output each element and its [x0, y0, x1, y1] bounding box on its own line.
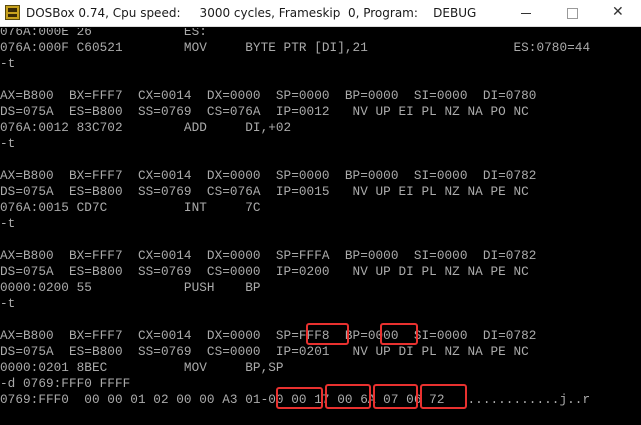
sp-value-highlight [306, 323, 349, 345]
console-line: DS=075A ES=B800 SS=0769 CS=0000 IP=0200 … [0, 264, 529, 279]
console-line: -d 0769:FFF0 FFFF [0, 376, 131, 391]
console-line: -t [0, 56, 16, 71]
console-line: 076A:0012 83C702 ADD DI,+02 [0, 120, 292, 135]
close-button[interactable]: ✕ [595, 0, 641, 27]
console-line: AX=B800 BX=FFF7 CX=0014 DX=0000 SP=0000 … [0, 168, 537, 183]
dos-console[interactable]: 076A:000E 26 ES: 076A:000F C60521 MOV BY… [0, 28, 641, 425]
bp-value-highlight [380, 323, 418, 345]
title-bar[interactable]: DOSBox 0.74, Cpu speed: 3000 cycles, Fra… [0, 0, 641, 27]
console-line: DS=075A ES=B800 SS=0769 CS=076A IP=0012 … [0, 104, 529, 119]
stack-bytes-highlight [373, 384, 418, 409]
stack-bytes-highlight [325, 384, 371, 409]
dosbox-window: DOSBox 0.74, Cpu speed: 3000 cycles, Fra… [0, 0, 641, 425]
console-line: 0000:0201 8BEC MOV BP,SP [0, 360, 284, 375]
console-line: DS=075A ES=B800 SS=0769 CS=076A IP=0015 … [0, 184, 529, 199]
console-line: 076A:000F C60521 MOV BYTE PTR [DI],21 ES… [0, 40, 591, 55]
stack-bytes-highlight [420, 384, 467, 409]
window-title: DOSBox 0.74, Cpu speed: 3000 cycles, Fra… [26, 6, 477, 20]
close-icon: ✕ [612, 4, 624, 20]
console-line: 0000:0200 55 PUSH BP [0, 280, 261, 295]
console-line: AX=B800 BX=FFF7 CX=0014 DX=0000 SP=FFF8 … [0, 328, 537, 343]
console-line: 076A:000E 26 ES: [0, 28, 207, 39]
console-line: -t [0, 136, 16, 151]
minimize-icon[interactable] [503, 0, 549, 27]
stack-bytes-highlight [276, 387, 323, 409]
console-line: -t [0, 216, 16, 231]
console-line: 076A:0015 CD7C INT 7C [0, 200, 261, 215]
dosbox-app-icon[interactable] [5, 5, 20, 20]
console-line: -t [0, 296, 16, 311]
console-line: AX=B800 BX=FFF7 CX=0014 DX=0000 SP=0000 … [0, 88, 537, 103]
maximize-icon[interactable] [549, 0, 595, 27]
console-line: DS=075A ES=B800 SS=0769 CS=0000 IP=0201 … [0, 344, 529, 359]
console-line: AX=B800 BX=FFF7 CX=0014 DX=0000 SP=FFFA … [0, 248, 537, 263]
